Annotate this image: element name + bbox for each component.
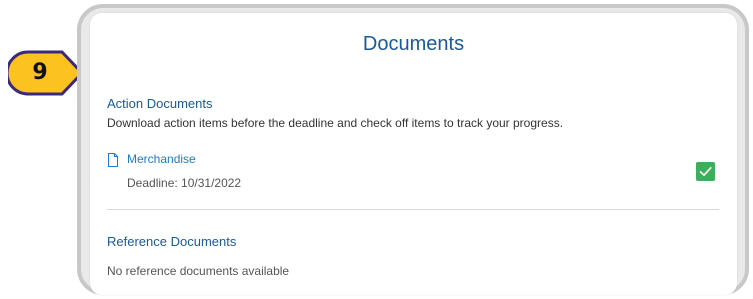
checkmark-icon [699, 167, 712, 176]
action-documents-description: Download action items before the deadlin… [107, 116, 564, 130]
step-number: 9 [32, 60, 48, 85]
deadline-label: Deadline: [127, 176, 178, 190]
completed-checkbox[interactable] [696, 162, 715, 181]
action-documents-heading: Action Documents [107, 96, 213, 111]
reference-documents-heading: Reference Documents [107, 234, 237, 249]
document-icon [107, 153, 119, 167]
card-title: Documents [362, 33, 465, 55]
step-badge: 9 [8, 50, 86, 96]
merchandise-document-link[interactable]: Merchandise [127, 152, 196, 166]
reference-documents-empty-text: No reference documents available [107, 264, 290, 278]
deadline-value: 10/31/2022 [181, 176, 242, 190]
section-divider [107, 209, 719, 210]
action-document-item: Merchandise Deadline: 10/31/2022 [107, 151, 719, 195]
documents-card: Documents Action Documents Download acti… [90, 13, 737, 295]
deadline-text: Deadline: 10/31/2022 [127, 176, 241, 190]
